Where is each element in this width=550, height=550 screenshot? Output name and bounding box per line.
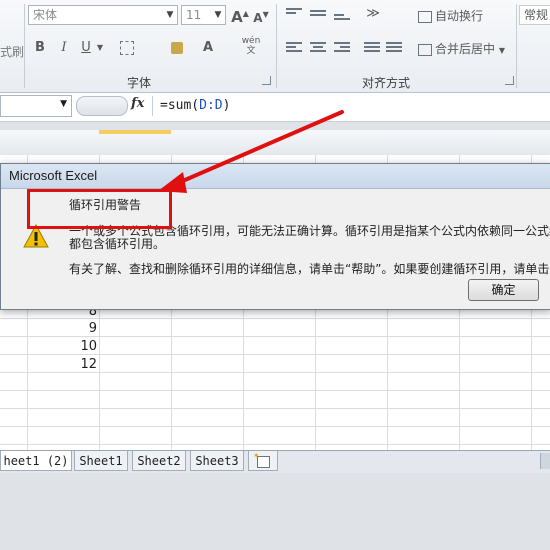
dialog-titlebar[interactable]: Microsoft Excel: [1, 164, 550, 189]
horizontal-scrollbar[interactable]: [540, 453, 550, 469]
dialog-message-line2: 都包含循环引用。: [69, 237, 166, 251]
phonetic-button[interactable]: wén 文: [240, 36, 262, 56]
shrink-font-button[interactable]: A▼: [252, 5, 270, 25]
bold-button[interactable]: B: [32, 38, 48, 58]
chevron-down-icon: ▼: [166, 10, 174, 20]
wrap-icon: [418, 10, 432, 23]
merge-icon: [418, 43, 432, 56]
font-dialog-launcher-icon[interactable]: [262, 76, 271, 85]
ribbon: 式刷 宋体 ▼ 11 ▼ A▲ A▼ B I U ▼ A wén 文 字体 ≫ 自…: [0, 0, 550, 93]
formula-bar-resizer[interactable]: [76, 96, 128, 116]
align-right-icon[interactable]: [334, 42, 350, 56]
tab-sheet2[interactable]: Sheet2: [132, 451, 186, 471]
grow-font-button[interactable]: A▲: [231, 4, 249, 26]
alignment-dialog-launcher-icon[interactable]: [505, 76, 514, 85]
dialog-help-line: 有关了解、查找和删除循环引用的详细信息，请单击“帮助”。如果要创建循环引用，请单…: [69, 262, 550, 276]
format-painter-fragment[interactable]: 式刷: [0, 44, 24, 60]
fill-color-button[interactable]: [166, 38, 188, 58]
insert-sheet-button[interactable]: ✶: [248, 451, 278, 471]
new-sheet-icon: ✶: [254, 451, 270, 468]
insert-function-button[interactable]: fx: [131, 96, 144, 111]
cell-value[interactable]: 12: [57, 357, 97, 372]
circular-reference-dialog: Microsoft Excel 循环引用警告 一个或多个公式包含循环引用，可能无…: [0, 163, 550, 310]
paint-bucket-icon: [171, 41, 183, 54]
column-header-row: [0, 130, 550, 156]
name-box[interactable]: ▼: [0, 95, 72, 117]
wrap-text-button[interactable]: 自动换行: [418, 8, 483, 24]
borders-button[interactable]: [116, 38, 138, 58]
increase-indent-icon[interactable]: [386, 42, 402, 56]
formula-range-ref: D:D: [199, 98, 223, 113]
cell-value[interactable]: 10: [57, 339, 97, 354]
formula-input[interactable]: =sum(D:D): [160, 98, 230, 113]
align-middle-icon[interactable]: [310, 10, 326, 24]
orientation-button[interactable]: ≫: [362, 4, 384, 24]
chevron-down-icon: ▼: [214, 10, 222, 20]
align-center-icon[interactable]: [310, 42, 326, 56]
ok-button[interactable]: 确定: [468, 279, 539, 301]
formula-bar: ▼ fx =sum(D:D): [0, 93, 550, 122]
align-bottom-icon[interactable]: [334, 14, 350, 28]
font-name-combo[interactable]: 宋体 ▼: [28, 5, 178, 25]
text-angle-icon: ≫: [366, 6, 380, 21]
alignment-group-label: 对齐方式: [362, 76, 411, 90]
dialog-title: Microsoft Excel: [9, 168, 98, 183]
number-format-combo[interactable]: 常规: [519, 5, 550, 25]
chevron-down-icon[interactable]: ▼: [95, 38, 105, 58]
decrease-indent-icon[interactable]: [364, 42, 380, 56]
tab-sheet3[interactable]: Sheet3: [190, 451, 244, 471]
border-icon: [120, 40, 134, 55]
sheet-tab-bar: heet1 (2) Sheet1 Sheet2 Sheet3 ✶: [0, 450, 550, 473]
italic-button[interactable]: I: [56, 38, 72, 58]
cell-value[interactable]: 9: [57, 321, 97, 336]
font-name-value: 宋体: [33, 8, 58, 22]
chevron-down-icon: ▼: [60, 99, 67, 109]
tab-sheet1[interactable]: Sheet1: [74, 451, 128, 471]
font-color-button[interactable]: A: [200, 38, 216, 58]
merge-center-button[interactable]: 合并后居中 ▼: [418, 41, 505, 59]
selected-column-highlight: [99, 130, 171, 134]
align-top-icon[interactable]: [286, 8, 302, 22]
font-size-combo[interactable]: 11 ▼: [181, 5, 226, 25]
font-size-value: 11: [186, 8, 202, 22]
annotation-highlight-box: [27, 189, 172, 229]
tab-sheet1-2[interactable]: heet1 (2): [0, 451, 72, 471]
font-group-label: 字体: [127, 76, 152, 90]
align-left-icon[interactable]: [286, 42, 302, 56]
underline-button[interactable]: U: [78, 38, 94, 58]
